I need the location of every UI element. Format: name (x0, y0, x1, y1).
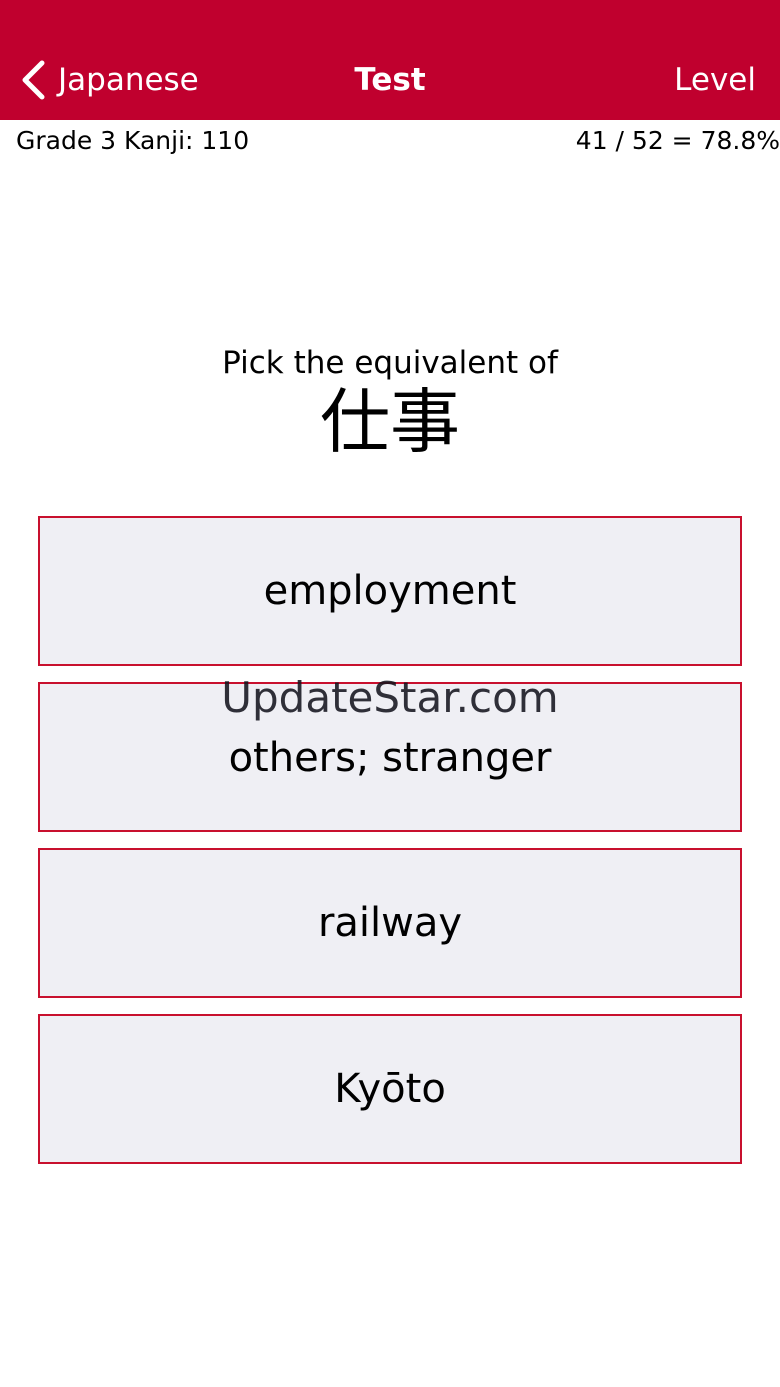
answer-options: employment others; stranger railway Kyōt… (38, 516, 742, 1180)
test-screen: Japanese Test Level Grade 3 Kanji: 110 4… (0, 0, 780, 1387)
answer-option-label: railway (317, 900, 463, 946)
answer-option-3[interactable]: railway (38, 848, 742, 998)
answer-option-label: Kyōto (334, 1066, 446, 1112)
answer-option-2[interactable]: others; stranger (38, 682, 742, 832)
chevron-left-icon (20, 60, 50, 100)
grade-kanji-count: Grade 3 Kanji: 110 (16, 126, 250, 155)
score-readout: 41 / 52 = 78.8% (575, 126, 780, 155)
back-button-label: Japanese (58, 62, 199, 98)
answer-option-label: others; stranger (228, 735, 552, 781)
question-kanji: 仕事 (320, 381, 460, 463)
back-button[interactable]: Japanese (20, 56, 199, 104)
navigation-bar: Japanese Test Level (0, 0, 780, 120)
page-title: Test (354, 62, 426, 98)
answer-option-label: employment (263, 568, 517, 614)
level-button[interactable]: Level (674, 56, 756, 104)
info-bar: Grade 3 Kanji: 110 41 / 52 = 78.8% (0, 120, 780, 162)
answer-option-4[interactable]: Kyōto (38, 1014, 742, 1164)
answer-option-1[interactable]: employment (38, 516, 742, 666)
question-prompt: Pick the equivalent of (222, 345, 558, 381)
